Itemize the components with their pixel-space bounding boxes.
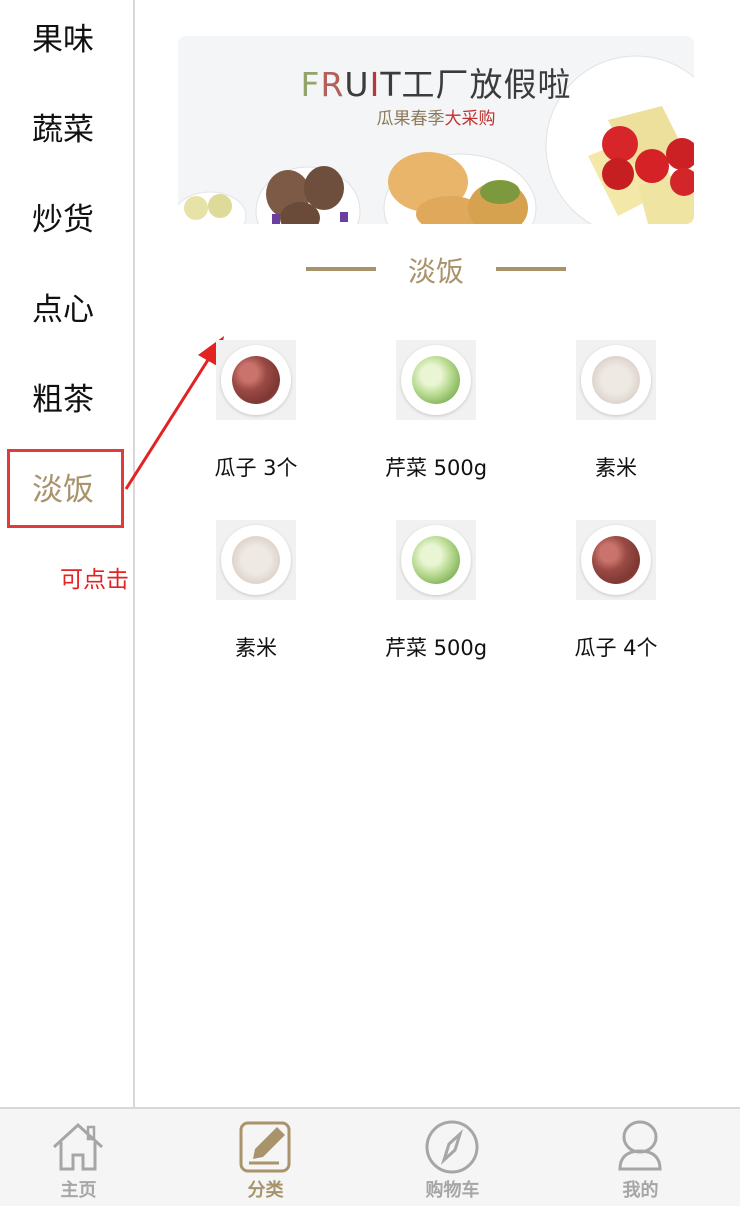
edit-icon xyxy=(239,1121,291,1173)
banner-title-letter: T xyxy=(380,65,402,104)
banner-subtitle: 瓜果春季大采购 xyxy=(178,104,694,129)
product-image-rice xyxy=(576,340,656,420)
product-card[interactable]: 瓜子 4个 xyxy=(536,520,696,662)
product-card[interactable]: 素米 xyxy=(536,340,696,482)
banner-title-letter: U xyxy=(344,65,370,104)
banner-title-letter: R xyxy=(320,65,345,104)
bottom-tab-bar: 主页 分类 购物车 我的 xyxy=(0,1107,740,1206)
product-name: 芹菜 500g xyxy=(384,636,488,660)
tab-cart[interactable]: 购物车 xyxy=(360,1109,545,1206)
tab-label: 购物车 xyxy=(425,1180,480,1201)
section-title-right-rule xyxy=(496,267,566,271)
product-card[interactable]: 瓜子 3个 xyxy=(176,340,336,482)
tab-category[interactable]: 分类 xyxy=(173,1109,358,1206)
category-sidebar: 果味 蔬菜 炒货 点心 粗茶 淡饭 xyxy=(0,0,135,1107)
banner-title-text: 工厂放假啦 xyxy=(401,65,572,104)
banner-subtitle-emphasis: 大采购 xyxy=(444,109,496,129)
product-image-celery xyxy=(396,340,476,420)
product-name: 瓜子 3个 xyxy=(214,456,298,480)
tab-home[interactable]: 主页 xyxy=(0,1109,171,1206)
product-image-sunflower-seeds xyxy=(216,340,296,420)
sidebar-item-pastry[interactable]: 点心 xyxy=(0,290,126,330)
product-name: 素米 xyxy=(595,456,637,480)
tab-label: 主页 xyxy=(60,1180,97,1201)
sidebar-item-vegetables[interactable]: 蔬菜 xyxy=(0,110,126,150)
tab-label: 分类 xyxy=(247,1180,284,1201)
banner-subtitle-prefix: 瓜果春季 xyxy=(376,109,445,129)
compass-icon xyxy=(425,1120,479,1174)
banner-title: FRUIT工厂放假啦 xyxy=(178,58,694,106)
sidebar-item-plain-meal[interactable]: 淡饭 xyxy=(0,470,126,510)
home-icon xyxy=(52,1122,104,1171)
sidebar-item-tea[interactable]: 粗茶 xyxy=(0,380,126,420)
sidebar-item-roasted-snacks[interactable]: 炒货 xyxy=(0,200,126,240)
product-name: 瓜子 4个 xyxy=(574,636,658,660)
annotation-label: 可点击 xyxy=(60,567,129,593)
product-name: 芹菜 500g xyxy=(384,456,488,480)
product-card[interactable]: 芹菜 500g xyxy=(356,340,516,482)
banner-title-letter: F xyxy=(300,65,321,104)
product-image-celery xyxy=(396,520,476,600)
product-name: 素米 xyxy=(235,636,277,660)
user-icon xyxy=(618,1120,662,1171)
section-title-left-rule xyxy=(306,267,376,271)
tab-profile[interactable]: 我的 xyxy=(548,1109,733,1206)
product-image-sunflower-seeds xyxy=(576,520,656,600)
promo-banner[interactable]: FRUIT工厂放假啦 瓜果春季大采购 xyxy=(178,36,694,224)
sidebar-item-fruit[interactable]: 果味 xyxy=(0,20,126,60)
banner-title-letter: I xyxy=(369,65,381,104)
product-card[interactable]: 芹菜 500g xyxy=(356,520,516,662)
tab-label: 我的 xyxy=(622,1180,659,1201)
product-card[interactable]: 素米 xyxy=(176,520,336,662)
product-image-rice xyxy=(216,520,296,600)
section-title: 淡饭 xyxy=(407,255,464,288)
